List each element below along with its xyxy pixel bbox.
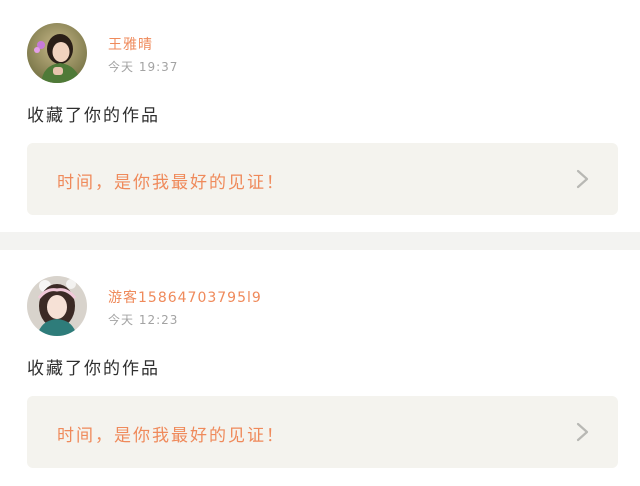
username[interactable]: 王雅晴	[108, 34, 153, 54]
notification-feed: 王雅晴 今天 19:37 收藏了你的作品 时间，是你我最好的见证！ 游客1586…	[0, 0, 640, 486]
action-text: 收藏了你的作品	[27, 359, 160, 379]
section-divider	[0, 232, 640, 250]
work-title: 时间，是你我最好的见证！	[57, 173, 285, 193]
timestamp: 今天 19:37	[108, 60, 179, 74]
action-text: 收藏了你的作品	[27, 106, 160, 126]
user-avatar[interactable]	[27, 23, 87, 83]
username[interactable]: 游客15864703795l9	[108, 287, 262, 307]
avatar-photo-icon	[27, 276, 87, 336]
notification-item: 游客15864703795l9 今天 12:23 收藏了你的作品 时间，是你我最…	[0, 250, 640, 486]
chevron-right-icon	[576, 169, 589, 189]
work-link-card[interactable]: 时间，是你我最好的见证！	[27, 396, 618, 468]
avatar-photo-icon	[27, 23, 87, 83]
chevron-right-icon	[576, 422, 589, 442]
user-avatar[interactable]	[27, 276, 87, 336]
work-title: 时间，是你我最好的见证！	[57, 426, 285, 446]
work-link-card[interactable]: 时间，是你我最好的见证！	[27, 143, 618, 215]
timestamp: 今天 12:23	[108, 313, 179, 327]
notification-item: 王雅晴 今天 19:37 收藏了你的作品 时间，是你我最好的见证！	[0, 0, 640, 232]
